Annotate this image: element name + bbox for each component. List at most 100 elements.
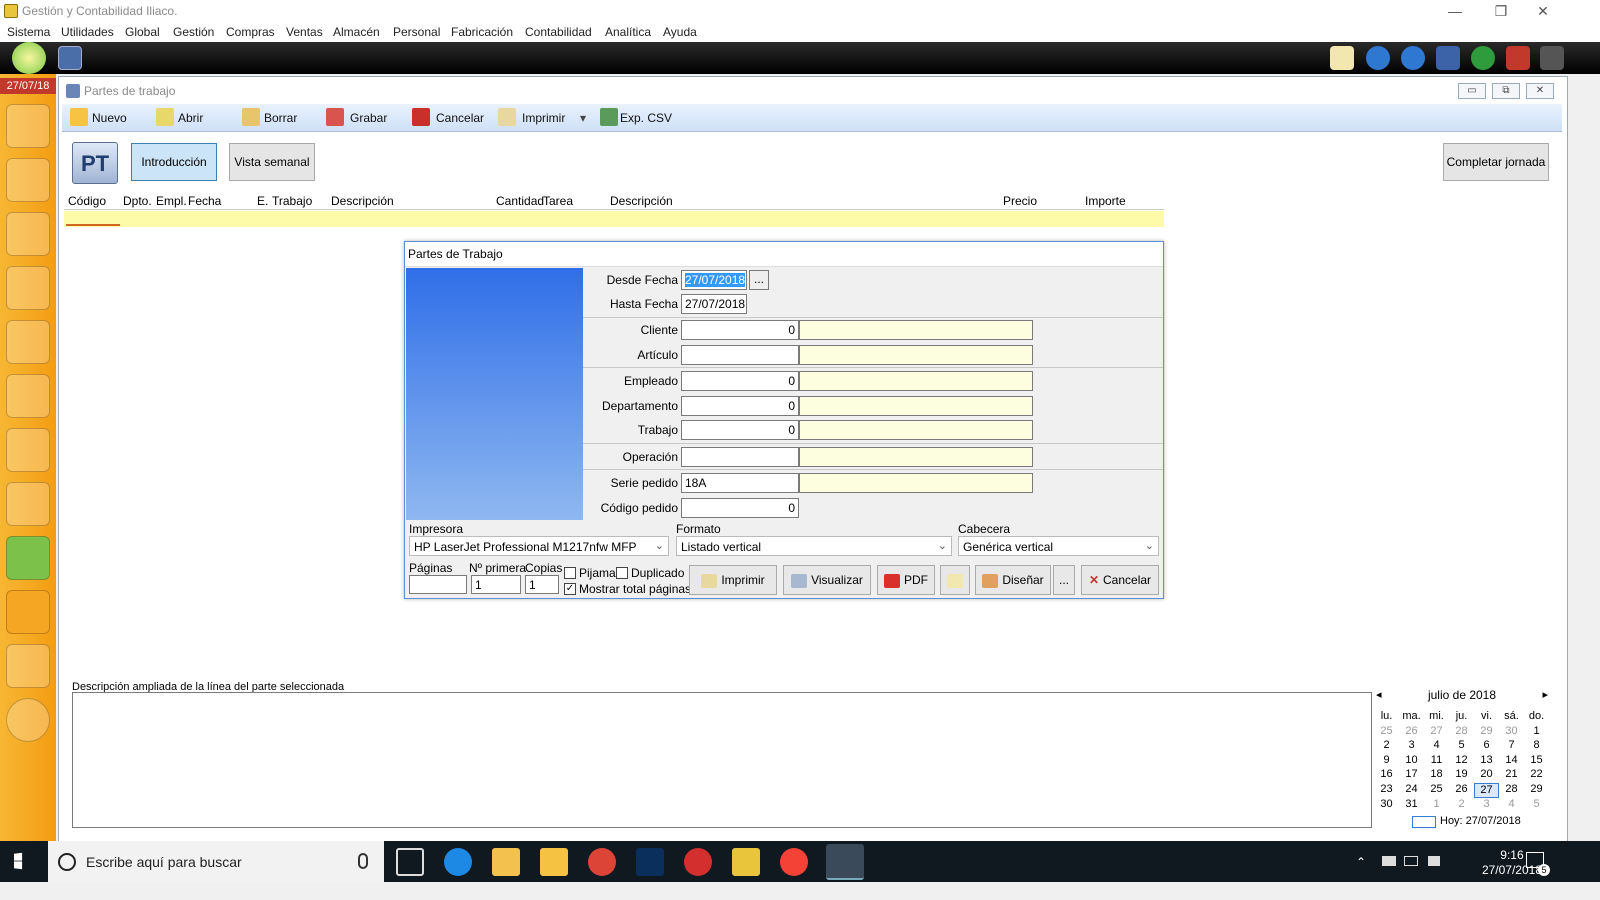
articulo-input[interactable]	[681, 345, 799, 365]
cd-icon[interactable]	[6, 698, 50, 742]
close-window-icon[interactable]	[1506, 46, 1530, 70]
task-view-icon[interactable]	[396, 848, 424, 876]
photoshop-icon[interactable]	[636, 848, 664, 876]
pijama-checkbox[interactable]	[564, 567, 576, 579]
menu-compras[interactable]: Compras	[226, 25, 275, 39]
minimize-button[interactable]: —	[1432, 0, 1478, 22]
calendar-day[interactable]: 25	[1424, 783, 1449, 798]
calendar-day[interactable]: 22	[1524, 768, 1549, 783]
close-button[interactable]: ✕	[1520, 0, 1566, 22]
email-button[interactable]	[940, 565, 970, 595]
mail-app-icon[interactable]	[492, 848, 520, 876]
dropbox-icon[interactable]	[1382, 856, 1396, 866]
calendar-day[interactable]: 25	[1374, 725, 1399, 740]
calendar-day[interactable]: 28	[1499, 783, 1524, 798]
calendar-day[interactable]: 13	[1474, 754, 1499, 769]
calendar-day[interactable]: 23	[1374, 783, 1399, 798]
help-icon[interactable]	[1471, 46, 1495, 70]
col-precio[interactable]: Precio	[1003, 194, 1037, 208]
trabajo-input[interactable]: 0	[681, 420, 799, 440]
tray-chevron-icon[interactable]: ⌃	[1356, 855, 1366, 869]
mdi-close-button[interactable]: ✕	[1526, 83, 1554, 99]
menu-contabilidad[interactable]: Contabilidad	[525, 25, 592, 39]
calendar-day[interactable]: 5	[1524, 798, 1549, 813]
description-textarea[interactable]	[72, 692, 1372, 828]
calendar-day[interactable]: 15	[1524, 754, 1549, 769]
mdi-restore-button[interactable]: ⧉	[1492, 83, 1520, 99]
calendar-day[interactable]: 12	[1449, 754, 1474, 769]
mail-icon[interactable]	[1330, 46, 1354, 70]
col-cantidad[interactable]: Cantidad	[496, 194, 544, 208]
paginas-input[interactable]	[409, 575, 467, 594]
duplicado-checkbox[interactable]	[616, 567, 628, 579]
letter-a-icon[interactable]	[6, 320, 50, 364]
microphone-icon[interactable]	[358, 853, 368, 869]
departamento-input[interactable]: 0	[681, 396, 799, 416]
window-icon[interactable]	[58, 46, 82, 70]
desde-fecha-input[interactable]: 27/07/2018	[681, 270, 747, 290]
letter-f2-icon[interactable]	[6, 428, 50, 472]
col-empl[interactable]: Empl.	[156, 194, 187, 208]
cliente-input[interactable]: 0	[681, 320, 799, 340]
mdi-minimize-button[interactable]: ▭	[1458, 83, 1486, 99]
calendar-day[interactable]: 21	[1499, 768, 1524, 783]
codigo-pedido-input[interactable]: 0	[681, 498, 799, 518]
home-orb-icon[interactable]	[12, 42, 46, 74]
dx-app-icon[interactable]	[684, 848, 712, 876]
cancelar-button[interactable]: ✕ Cancelar	[1081, 565, 1159, 595]
calendar-day[interactable]: 9	[1374, 754, 1399, 769]
calendar-day[interactable]: 8	[1524, 739, 1549, 754]
empleado-input[interactable]: 0	[681, 371, 799, 391]
col-importe[interactable]: Importe	[1085, 194, 1126, 208]
imprimir-toolbar-button[interactable]: Imprimir	[522, 111, 565, 125]
calendar-day[interactable]: 29	[1524, 783, 1549, 798]
calendar-day[interactable]: 27	[1424, 725, 1449, 740]
network-icon[interactable]	[1404, 856, 1418, 866]
col-codigo[interactable]: Código	[68, 194, 106, 208]
calendar-day[interactable]: 19	[1449, 768, 1474, 783]
calendar-day[interactable]: 20	[1474, 768, 1499, 783]
tab-introduccion[interactable]: Introducción	[131, 143, 217, 181]
user-p-icon[interactable]	[6, 212, 50, 256]
col-trabajo[interactable]: Trabajo	[272, 194, 312, 208]
exit-icon[interactable]	[1540, 46, 1564, 70]
borrar-button[interactable]: Borrar	[264, 111, 297, 125]
more-options-button[interactable]: ...	[1053, 565, 1075, 595]
calendar-next-button[interactable]: ▸	[1542, 688, 1548, 701]
menu-sistema[interactable]: Sistema	[7, 25, 50, 39]
grabar-button[interactable]: Grabar	[350, 111, 387, 125]
disenar-button[interactable]: Diseñar	[975, 565, 1051, 595]
maximize-button[interactable]: ❐	[1478, 0, 1524, 22]
menu-personal[interactable]: Personal	[393, 25, 440, 39]
firefox-icon[interactable]	[780, 848, 808, 876]
calendar-day[interactable]: 4	[1499, 798, 1524, 813]
gestion-app-icon[interactable]	[732, 848, 760, 876]
calendar-day[interactable]: 28	[1449, 725, 1474, 740]
file-explorer-icon[interactable]	[540, 848, 568, 876]
menu-utilidades[interactable]: Utilidades	[61, 25, 114, 39]
gestion-active-app-icon[interactable]	[826, 844, 864, 880]
menu-fabricacion[interactable]: Fabricación	[451, 25, 513, 39]
abrir-button[interactable]: Abrir	[178, 111, 203, 125]
calendar-day[interactable]: 18	[1424, 768, 1449, 783]
copias-stepper[interactable]: 1	[525, 575, 559, 594]
user-icon[interactable]	[6, 158, 50, 202]
col-tarea[interactable]: Tarea	[543, 194, 573, 208]
forward-arrow-icon[interactable]	[1401, 46, 1425, 70]
visualizar-button[interactable]: Visualizar	[783, 565, 871, 595]
calendar-day[interactable]: 30	[1374, 798, 1399, 813]
col-descripcion[interactable]: Descripción	[331, 194, 394, 208]
calendar-day[interactable]: 2	[1449, 798, 1474, 813]
users-icon[interactable]	[6, 104, 50, 148]
impresora-select[interactable]: HP LaserJet Professional M1217nfw MFP ⌄	[409, 536, 669, 556]
hasta-fecha-input[interactable]: 27/07/2018	[681, 294, 747, 314]
table-row[interactable]	[64, 211, 1164, 227]
col-fecha[interactable]: Fecha	[188, 194, 221, 208]
exp-csv-button[interactable]: Exp. CSV	[620, 111, 672, 125]
calendar-day[interactable]: 4	[1424, 739, 1449, 754]
serie-pedido-input[interactable]: 18A	[681, 473, 799, 493]
edge-icon[interactable]	[444, 848, 472, 876]
calendar-day[interactable]: 3	[1399, 739, 1424, 754]
completar-jornada-button[interactable]: Completar jornada	[1443, 143, 1549, 181]
letter-f-icon[interactable]	[6, 374, 50, 418]
